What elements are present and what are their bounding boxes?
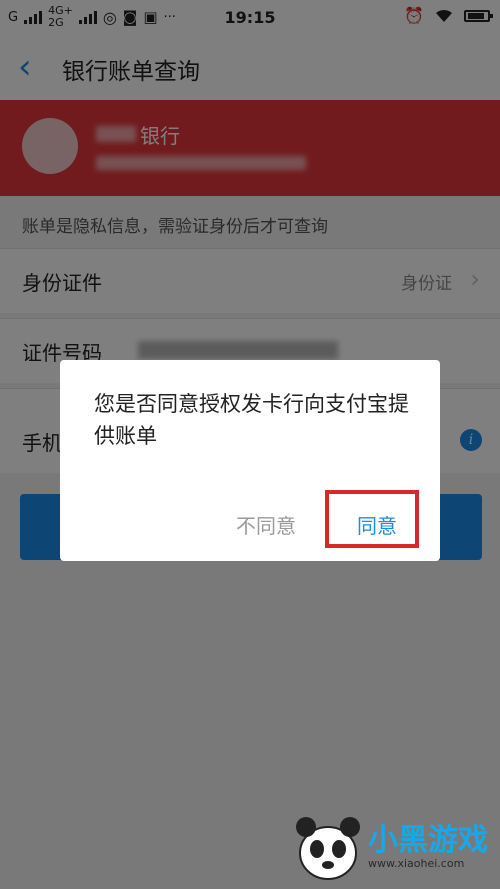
panda-logo-icon <box>296 817 360 880</box>
watermark-logo-text: 小黑游戏 <box>368 823 488 858</box>
highlight-annotation <box>325 490 419 548</box>
watermark-url: www.xiaohei.com <box>368 857 465 870</box>
disagree-button[interactable]: 不同意 <box>236 510 296 539</box>
watermark: 小黑游戏 www.xiaohei.com <box>292 805 492 885</box>
dialog-message: 您是否同意授权发卡行向支付宝提供账单 <box>94 392 409 448</box>
